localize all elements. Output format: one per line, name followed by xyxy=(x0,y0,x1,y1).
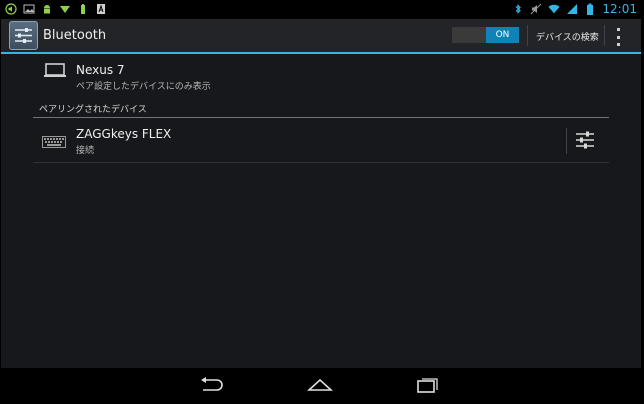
recents-icon[interactable] xyxy=(416,376,440,398)
bluetooth-toggle[interactable]: ON xyxy=(452,27,519,43)
action-divider xyxy=(527,25,528,46)
paired-device-status: 接続 xyxy=(76,146,95,156)
row-divider xyxy=(566,128,567,154)
search-devices-button[interactable]: デバイスの検索 xyxy=(536,30,599,43)
paired-device-name: ZAGGkeys FLEX xyxy=(76,127,172,141)
settings-app-icon[interactable] xyxy=(9,21,38,50)
volume-icon xyxy=(5,3,17,15)
laptop-icon xyxy=(43,61,67,83)
action-bar: Bluetooth ON デバイスの検索 xyxy=(1,19,641,54)
battery-small-icon xyxy=(77,3,89,15)
signal-icon xyxy=(566,3,578,15)
text-icon xyxy=(95,3,107,15)
action-divider xyxy=(604,25,605,46)
bluetooth-icon xyxy=(512,3,524,15)
device-settings-icon[interactable] xyxy=(574,131,596,153)
keyboard-icon xyxy=(42,133,66,152)
android-icon xyxy=(41,3,53,15)
device-name[interactable]: Nexus 7 xyxy=(76,63,125,77)
overflow-menu-icon[interactable] xyxy=(613,28,623,46)
page-title: Bluetooth xyxy=(43,28,107,43)
back-icon[interactable] xyxy=(199,376,225,398)
paired-device-row[interactable]: ZAGGkeys FLEX 接続 xyxy=(33,118,609,162)
navigation-bar xyxy=(1,368,641,401)
screen: 12:01 Bluetooth ON デバイスの検索 Nexus 7 ペア設定し… xyxy=(1,1,641,401)
toggle-on-label: ON xyxy=(486,27,519,43)
status-bar: 12:01 xyxy=(1,1,641,19)
notification-icons xyxy=(5,3,107,15)
battery-icon xyxy=(584,3,596,15)
home-icon[interactable] xyxy=(306,376,334,398)
download-icon xyxy=(59,3,71,15)
row-divider-line xyxy=(33,162,609,163)
paired-devices-header: ペアリングされたデバイス xyxy=(39,105,147,115)
image-icon xyxy=(23,3,35,15)
system-icons: 12:01 xyxy=(512,2,637,16)
visibility-status: ペア設定したデバイスにのみ表示 xyxy=(76,82,211,92)
mute-icon xyxy=(530,3,542,15)
wifi-icon xyxy=(548,3,560,15)
clock: 12:01 xyxy=(602,2,637,16)
